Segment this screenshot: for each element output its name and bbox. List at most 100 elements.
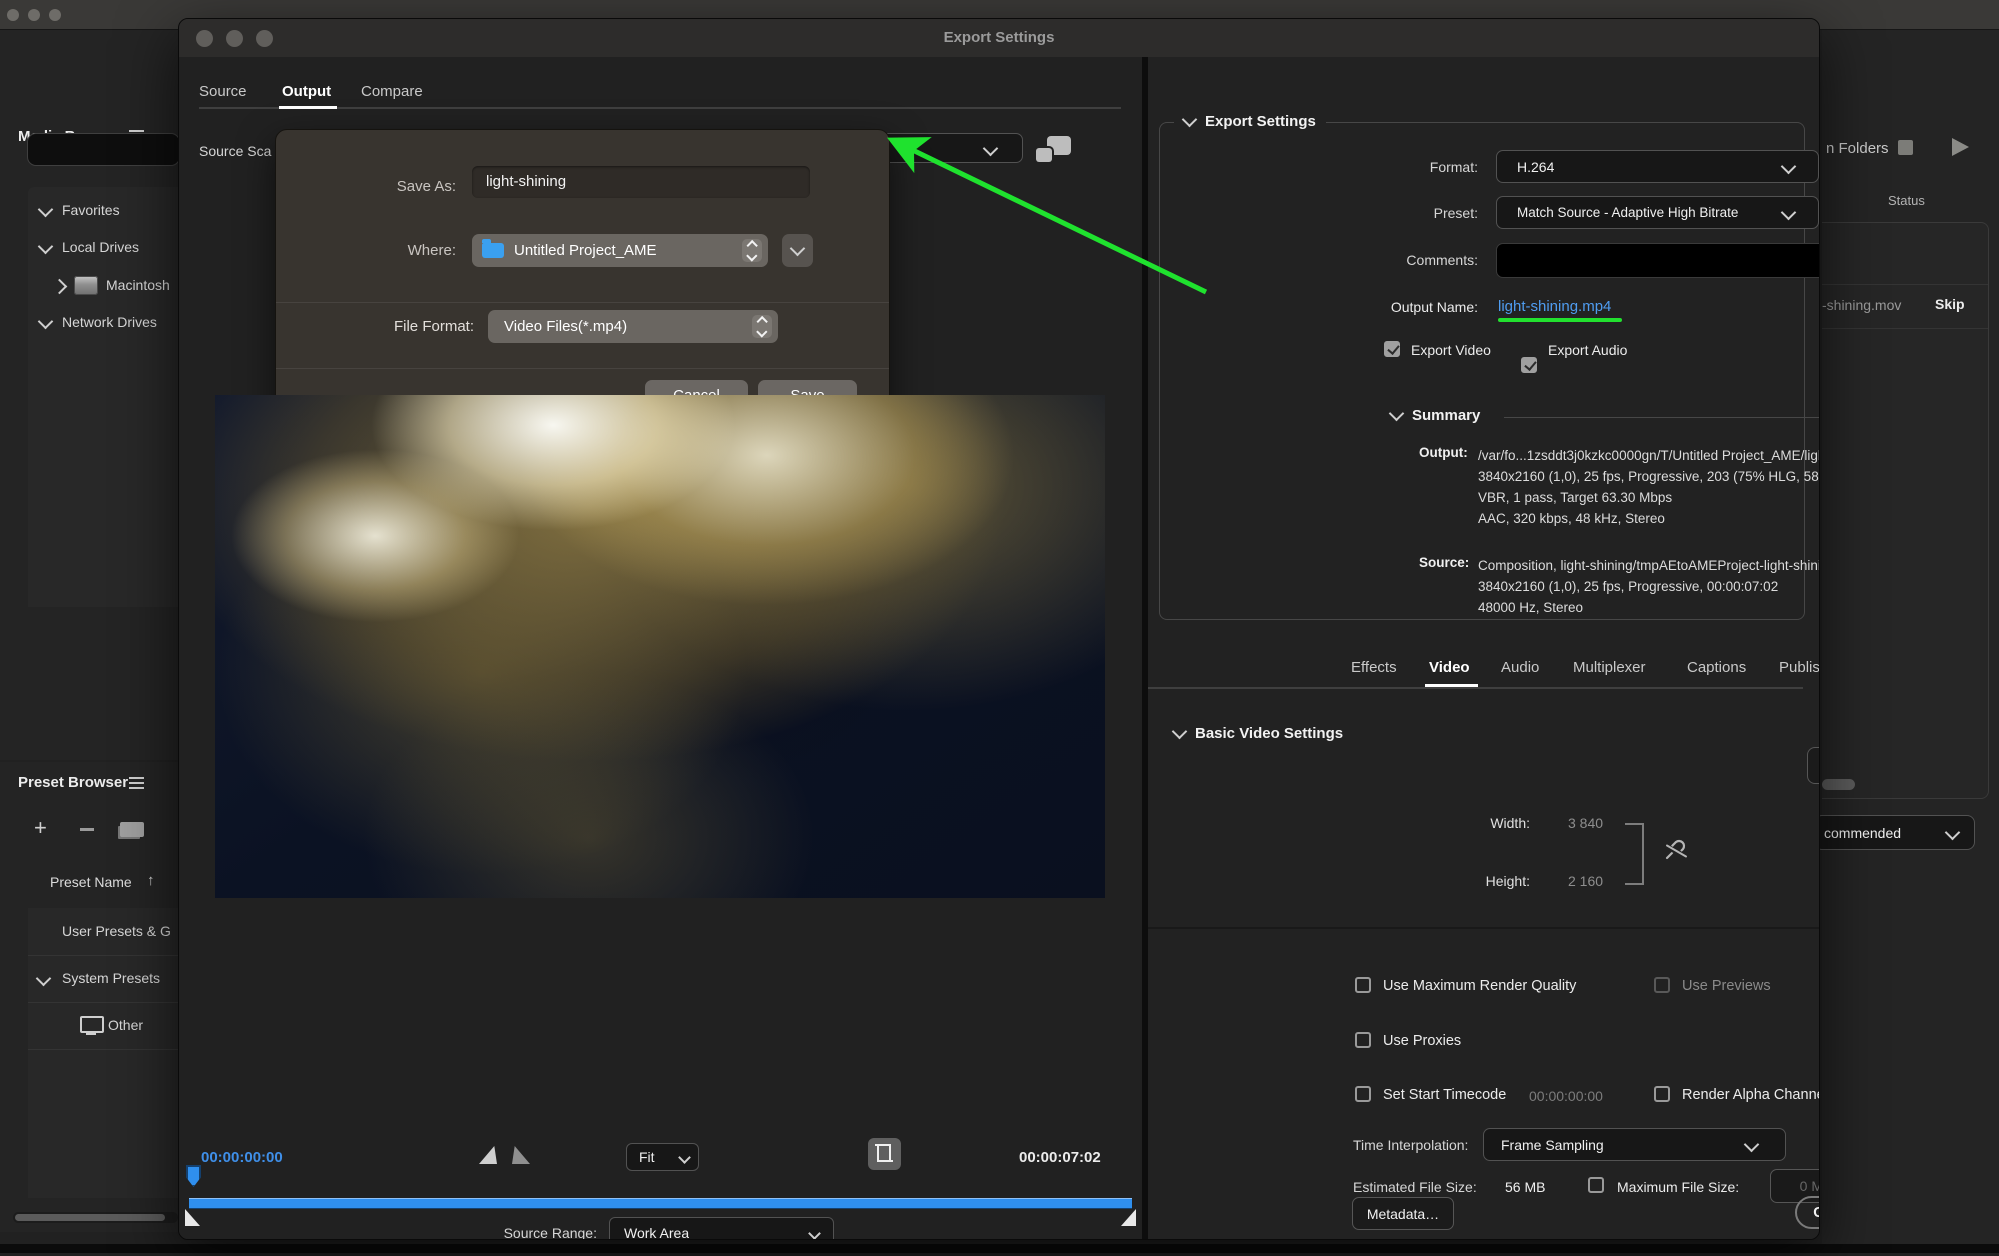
- bg-close-button[interactable]: [7, 9, 19, 21]
- bottom-strip: [0, 1244, 1999, 1253]
- zoom-level-dropdown[interactable]: Fit: [626, 1143, 699, 1171]
- tree-item-network-drives[interactable]: Network Drives: [28, 311, 178, 337]
- export-audio-label: Export Audio: [1548, 342, 1627, 358]
- tab-compare[interactable]: Compare: [361, 83, 423, 100]
- new-folder-icon[interactable]: [120, 822, 144, 837]
- preset-name-header[interactable]: Preset Name: [50, 874, 132, 890]
- set-in-point-icon[interactable]: [479, 1146, 497, 1164]
- time-interpolation-dropdown[interactable]: Frame Sampling: [1483, 1128, 1786, 1161]
- tab-effects[interactable]: Effects: [1351, 659, 1397, 676]
- work-area-right-handle[interactable]: [1121, 1209, 1136, 1226]
- output-name-link[interactable]: light-shining.mp4: [1498, 298, 1611, 315]
- sort-ascending-icon[interactable]: ↑: [147, 872, 155, 889]
- render-alpha-checkbox[interactable]: [1654, 1086, 1670, 1102]
- basic-video-settings-header[interactable]: Basic Video Settings: [1174, 725, 1343, 742]
- export-settings-header[interactable]: Export Settings: [1174, 110, 1326, 132]
- tab-multiplexer[interactable]: Multiplexer: [1573, 659, 1646, 676]
- preset-row-other[interactable]: Other: [28, 1002, 178, 1050]
- queue-row-filename[interactable]: -shining.mov: [1822, 297, 1901, 313]
- add-preset-icon[interactable]: +: [34, 820, 52, 838]
- output-view-icon[interactable]: [1036, 136, 1072, 164]
- match-source-button[interactable]: Match Source: [1807, 747, 1820, 784]
- tab-publish[interactable]: Publish: [1779, 659, 1820, 676]
- chevron-down-icon[interactable]: [36, 971, 52, 987]
- set-start-timecode-checkbox[interactable]: [1355, 1086, 1371, 1102]
- format-dropdown[interactable]: H.264: [1496, 150, 1819, 183]
- chevron-down-icon[interactable]: [1389, 406, 1405, 422]
- tree-item-label[interactable]: Network Drives: [62, 314, 157, 330]
- preset-row-label[interactable]: Other: [108, 1017, 143, 1033]
- chevron-down-icon[interactable]: [38, 239, 54, 255]
- tab-video[interactable]: Video: [1429, 659, 1470, 676]
- preset-dropdown[interactable]: Match Source - Adaptive High Bitrate: [1496, 196, 1819, 229]
- chevron-down-icon[interactable]: [1182, 111, 1198, 127]
- work-area-left-handle[interactable]: [185, 1209, 200, 1226]
- preset-row-label[interactable]: User Presets & G: [62, 923, 171, 939]
- status-column-header[interactable]: Status: [1888, 193, 1925, 208]
- timeline-track[interactable]: [189, 1198, 1132, 1209]
- source-range-dropdown[interactable]: Work Area: [609, 1217, 834, 1240]
- settings-active-tab-underline: [1425, 684, 1478, 687]
- tree-item-local-drives[interactable]: Local Drives: [28, 236, 178, 262]
- summary-header[interactable]: Summary: [1391, 407, 1480, 424]
- dialog-cancel-button[interactable]: Cancel: [1795, 1196, 1820, 1229]
- save-as-label: Save As:: [376, 178, 456, 195]
- hscroll-thumb[interactable]: [15, 1214, 165, 1221]
- chevron-right-icon[interactable]: [52, 279, 68, 295]
- use-previews-checkbox[interactable]: [1654, 977, 1670, 993]
- comments-label: Comments:: [1348, 252, 1478, 268]
- tree-item-favorites[interactable]: Favorites: [28, 199, 178, 225]
- tab-source[interactable]: Source: [199, 83, 247, 100]
- start-queue-icon[interactable]: [1952, 138, 1969, 156]
- file-format-dropdown[interactable]: Video Files(*.mp4): [488, 310, 778, 343]
- preview-monitor[interactable]: [215, 395, 1105, 898]
- chevron-down-icon[interactable]: [38, 202, 54, 218]
- chevron-down-icon[interactable]: [38, 314, 54, 330]
- tree-item-label[interactable]: Macintosh: [106, 277, 170, 293]
- height-value[interactable]: 2 160: [1568, 873, 1603, 889]
- remove-preset-icon[interactable]: [80, 828, 94, 831]
- link-broken-icon[interactable]: [1662, 835, 1690, 863]
- tree-item-label[interactable]: Favorites: [62, 202, 120, 218]
- start-timecode-value[interactable]: 00:00:00:00: [1529, 1088, 1603, 1104]
- set-out-point-icon[interactable]: [512, 1146, 530, 1164]
- bg-minimize-button[interactable]: [28, 9, 40, 21]
- queue-row[interactable]: -shining.mov Skip: [1822, 284, 1988, 329]
- chevron-down-icon: [1781, 205, 1797, 221]
- where-dropdown[interactable]: Untitled Project_AME: [472, 234, 768, 267]
- file-format-stepper[interactable]: [752, 315, 772, 338]
- preset-browser-menu-icon[interactable]: [129, 777, 144, 779]
- where-value: Untitled Project_AME: [514, 242, 657, 259]
- queue-row-status[interactable]: Skip: [1935, 296, 1965, 312]
- preset-row-user[interactable]: User Presets & G: [28, 908, 178, 956]
- tab-captions[interactable]: Captions: [1687, 659, 1746, 676]
- stop-queue-icon[interactable]: [1898, 140, 1913, 155]
- tab-audio[interactable]: Audio: [1501, 659, 1539, 676]
- tree-item-label[interactable]: Local Drives: [62, 239, 139, 255]
- tab-output[interactable]: Output: [282, 83, 331, 100]
- export-audio-checkbox[interactable]: [1521, 357, 1537, 373]
- queue-hscroll-thumb[interactable]: [1822, 779, 1855, 790]
- chevron-down-icon[interactable]: [1172, 724, 1188, 740]
- max-file-size-checkbox[interactable]: [1588, 1177, 1604, 1193]
- comments-input[interactable]: [1496, 243, 1820, 278]
- export-video-checkbox[interactable]: [1384, 341, 1400, 357]
- where-stepper[interactable]: [742, 239, 762, 262]
- media-browser-menu-icon[interactable]: [129, 130, 144, 132]
- width-value[interactable]: 3 840: [1568, 815, 1603, 831]
- save-as-name-input[interactable]: light-shining: [472, 166, 810, 198]
- media-browser-search-input[interactable]: [27, 133, 180, 166]
- bg-zoom-button[interactable]: [49, 9, 61, 21]
- preset-row-label[interactable]: System Presets: [62, 970, 160, 986]
- tree-item-macintosh[interactable]: Macintosh: [28, 273, 178, 301]
- playhead-marker[interactable]: [186, 1165, 201, 1187]
- use-proxies-checkbox[interactable]: [1355, 1032, 1371, 1048]
- preset-filter-dropdown[interactable]: commended: [1814, 815, 1975, 850]
- chevron-down-icon: [1945, 825, 1961, 841]
- where-expand-button[interactable]: [782, 234, 813, 267]
- preset-row-system[interactable]: System Presets: [28, 955, 178, 1003]
- preset-browser-hscrollbar[interactable]: [13, 1212, 178, 1223]
- use-max-render-quality-checkbox[interactable]: [1355, 977, 1371, 993]
- metadata-button[interactable]: Metadata…: [1352, 1197, 1454, 1230]
- crop-button[interactable]: [868, 1138, 901, 1170]
